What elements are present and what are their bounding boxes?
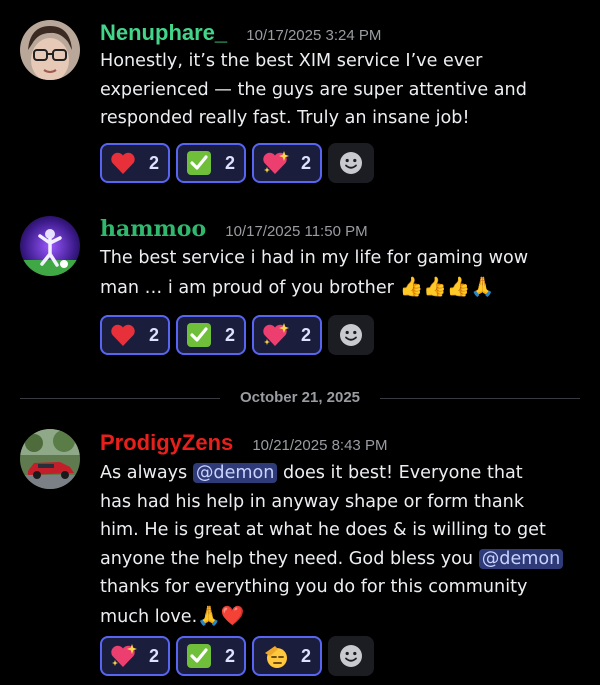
heart-icon (111, 324, 135, 346)
message-header: hammoo 10/17/2025 11:50 PM (100, 216, 368, 242)
avatar[interactable] (20, 429, 80, 489)
reaction-salute[interactable]: 2 (252, 636, 322, 676)
heart-icon (111, 152, 135, 174)
message-line: man … i am proud of you brother 👍👍👍🙏 (100, 273, 570, 303)
message-header: Nenuphare_ 10/17/2025 3:24 PM (100, 20, 381, 46)
message-text: As always (100, 463, 193, 483)
reaction-count: 2 (148, 645, 159, 666)
timestamp[interactable]: 10/21/2025 8:43 PM (252, 437, 387, 454)
message-content: As always @demon does it best! Everyone … (100, 459, 570, 631)
timestamp[interactable]: 10/17/2025 11:50 PM (225, 223, 367, 240)
reaction-check[interactable]: 2 (176, 143, 246, 183)
timestamp[interactable]: 10/17/2025 3:24 PM (246, 27, 381, 44)
message-text: man … i am proud of you brother (100, 277, 394, 298)
sparkling-heart-icon (111, 644, 137, 667)
message-line: responded really fast. Truly an insane j… (100, 108, 470, 128)
user-avatar-image (20, 20, 80, 80)
user-mention[interactable]: @demon (192, 463, 278, 483)
add-reaction-button[interactable] (328, 636, 374, 676)
reaction-count: 2 (300, 152, 311, 173)
reaction-count: 2 (148, 152, 159, 173)
add-reaction-button[interactable] (328, 315, 374, 355)
praying-hands-heart-emoji: 🙏❤️ (197, 604, 245, 627)
message-header: ProdigyZens 10/21/2025 8:43 PM (100, 430, 387, 456)
message-text: anyone the help they need. God bless you (100, 548, 479, 569)
username[interactable]: Nenuphare_ (100, 20, 227, 45)
message-content: The best service i had in my life for ga… (100, 244, 570, 302)
smiley-icon (340, 324, 362, 346)
avatar[interactable] (20, 216, 80, 276)
date-divider: October 21, 2025 (20, 388, 580, 408)
add-reaction-button[interactable] (328, 143, 374, 183)
smiley-icon (340, 645, 362, 667)
message-line: The best service i had in my life for ga… (100, 248, 529, 268)
message-line: him. He is great at what he does & is wi… (100, 520, 546, 540)
sparkling-heart-icon (263, 323, 289, 346)
reaction-count: 2 (300, 645, 311, 666)
user-avatar-image (20, 216, 80, 276)
reaction-sparkling-heart[interactable]: 2 (252, 315, 322, 355)
message-line: anyone the help they need. God bless you… (100, 545, 570, 574)
reaction-count: 2 (224, 324, 235, 345)
message-text: much love. (100, 606, 198, 627)
reaction-heart[interactable]: 2 (100, 315, 170, 355)
sparkling-heart-icon (263, 151, 289, 174)
reaction-sparkling-heart[interactable]: 2 (252, 143, 322, 183)
reaction-sparkling-heart[interactable]: 2 (100, 636, 170, 676)
message-line: experienced — the guys are super attenti… (100, 79, 527, 100)
reaction-count: 2 (224, 645, 235, 666)
message-line: much love.🙏❤️ (100, 602, 570, 632)
message-content: Honestly, it’s the best XIM service I’ve… (100, 47, 570, 133)
username[interactable]: hammoo (100, 216, 206, 242)
reaction-check[interactable]: 2 (176, 636, 246, 676)
message-line: has had his help in anyway shape or form… (100, 491, 525, 512)
thumbs-up-praying-hands-emoji: 👍👍👍🙏 (399, 275, 495, 298)
date-divider-label: October 21, 2025 (239, 389, 361, 406)
reaction-heart[interactable]: 2 (100, 143, 170, 183)
reactions-bar: 2 2 2 (100, 143, 374, 183)
reaction-count: 2 (148, 324, 159, 345)
check-mark-icon (187, 644, 211, 668)
message-line: Honestly, it’s the best XIM service I’ve… (100, 51, 483, 71)
user-mention[interactable]: @demon (478, 548, 564, 569)
message-text: does it best! Everyone that (277, 463, 523, 483)
user-avatar-image (20, 429, 80, 489)
saluting-face-icon (265, 646, 287, 668)
smiley-icon (340, 152, 362, 174)
avatar[interactable] (20, 20, 80, 80)
message-line: thanks for everything you do for this co… (100, 577, 528, 597)
reaction-count: 2 (300, 324, 311, 345)
check-mark-icon (187, 151, 211, 175)
reaction-count: 2 (224, 152, 235, 173)
reactions-bar: 2 2 2 (100, 636, 374, 676)
username[interactable]: ProdigyZens (100, 430, 233, 455)
message-line: As always @demon does it best! Everyone … (100, 459, 570, 488)
reactions-bar: 2 2 2 (100, 315, 374, 355)
reaction-check[interactable]: 2 (176, 315, 246, 355)
check-mark-icon (187, 323, 211, 347)
